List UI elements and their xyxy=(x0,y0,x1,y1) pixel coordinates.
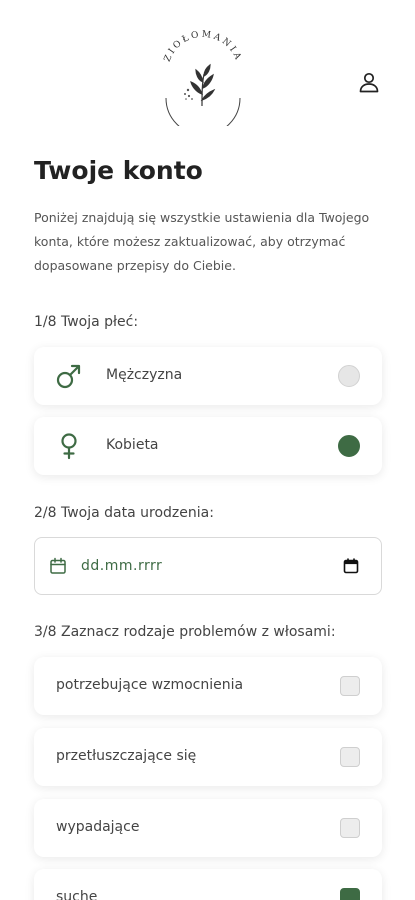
hair-option-greasy[interactable]: przetłuszczające się xyxy=(34,728,382,786)
user-icon[interactable] xyxy=(357,70,381,94)
female-symbol-icon xyxy=(61,433,77,460)
gender-radio-male[interactable] xyxy=(338,365,360,387)
gender-option-male[interactable]: Mężczyzna xyxy=(34,347,382,405)
gender-radio-female[interactable] xyxy=(338,435,360,457)
gender-question-label: 1/8 Twoja płeć: xyxy=(34,314,139,330)
hair-problems-question-label: 3/8 Zaznacz rodzaje problemów z włosami: xyxy=(34,624,336,640)
page-intro: Poniżej znajdują się wszystkie ustawieni… xyxy=(34,210,370,273)
calendar-icon xyxy=(50,557,66,574)
hair-checkbox[interactable] xyxy=(340,747,360,767)
hair-option-label: suche xyxy=(56,889,98,900)
hair-checkbox[interactable] xyxy=(340,818,360,838)
logo-text: ZIOŁOMANIA xyxy=(163,30,241,64)
hair-option-strengthening[interactable]: potrzebujące wzmocnienia xyxy=(34,657,382,715)
birthdate-question-label: 2/8 Twoja data urodzenia: xyxy=(34,505,214,521)
header: ZIOŁOMANIA xyxy=(0,0,415,140)
hair-checkbox[interactable] xyxy=(340,676,360,696)
gender-option-label: Kobieta xyxy=(106,437,159,453)
birthdate-placeholder: dd.mm.rrrr xyxy=(81,558,163,574)
svg-text:ZIOŁOMANIA: ZIOŁOMANIA xyxy=(163,30,244,64)
hair-option-label: przetłuszczające się xyxy=(56,748,197,764)
calendar-picker-icon[interactable] xyxy=(343,558,359,574)
hair-option-label: potrzebujące wzmocnienia xyxy=(56,677,244,693)
hair-checkbox[interactable] xyxy=(340,888,360,900)
gender-option-female[interactable]: Kobieta xyxy=(34,417,382,475)
hair-option-dry[interactable]: suche xyxy=(34,869,382,900)
page-title: Twoje konto xyxy=(34,156,203,185)
hair-option-label: wypadające xyxy=(56,819,140,835)
birthdate-input[interactable]: dd.mm.rrrr xyxy=(34,537,382,595)
male-symbol-icon xyxy=(56,364,81,389)
brand-logo: ZIOŁOMANIA xyxy=(163,30,244,126)
gender-option-label: Mężczyzna xyxy=(106,367,183,383)
hair-option-falling-out[interactable]: wypadające xyxy=(34,799,382,857)
